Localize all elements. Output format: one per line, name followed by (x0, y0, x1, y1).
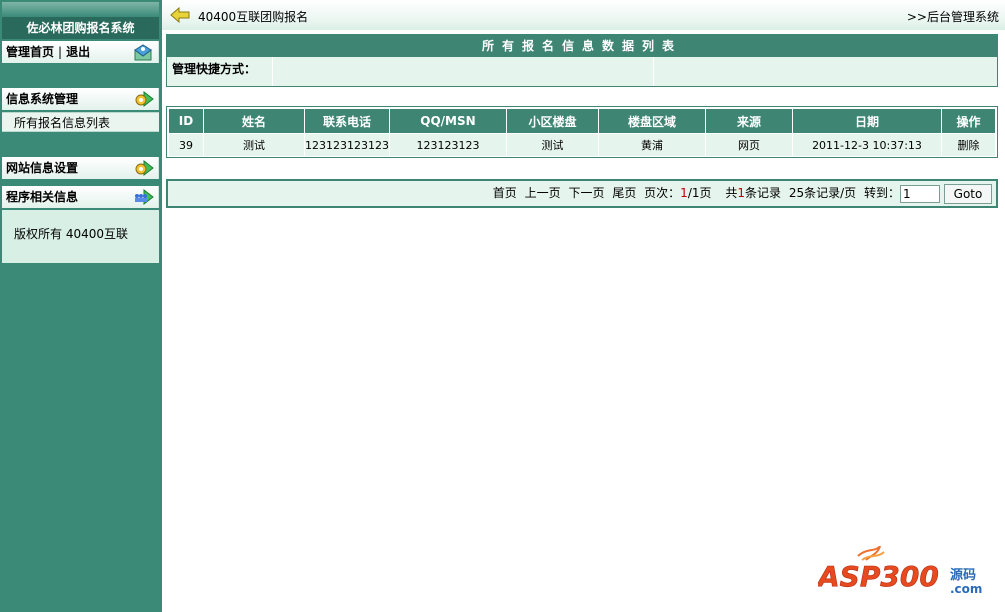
sidebar-home-block: 管理首页 | 退出 (2, 41, 159, 63)
current-page: 1 (680, 186, 688, 200)
top-bar: 40400互联团购报名 >>后台管理系统 (162, 0, 1005, 30)
pagination-inner: 首页 上一页 下一页 尾页 页次：1/1页 共1条记录 25条记录/页 转到：G… (168, 181, 996, 206)
cell-id: 39 (168, 133, 204, 157)
shortcut-row: 管理快捷方式： (167, 57, 997, 86)
col-header-name: 姓名 (203, 108, 305, 134)
gear-arrow-icon (132, 159, 154, 177)
col-header-area: 楼盘区域 (597, 108, 706, 134)
users-arrow-icon (132, 188, 154, 206)
gear-arrow-icon (132, 90, 154, 108)
first-page-link[interactable]: 首页 (493, 186, 517, 200)
watermark-brand: ASP300 (818, 560, 939, 593)
sidebar: 佐必林团购报名系统 管理首页 | 退出 信息系统管理 所有报名信息列表 网站信息设置 (0, 0, 162, 612)
cell-source: 网页 (704, 133, 793, 157)
sidebar-item-info-mgmt[interactable]: 信息系统管理 (2, 88, 159, 110)
back-arrow-icon[interactable] (170, 6, 190, 26)
sidebar-item-label: 网站信息设置 (6, 161, 79, 175)
prev-page-link[interactable]: 上一页 (525, 186, 561, 200)
page-indicator: 页次：1/1页 (644, 186, 711, 200)
sidebar-item-program-info[interactable]: 程序相关信息 (2, 186, 159, 208)
sidebar-sub-label: 所有报名信息列表 (14, 116, 111, 130)
shortcut-label: 管理快捷方式： (172, 62, 257, 76)
last-page-link[interactable]: 尾页 (612, 186, 636, 200)
cell-date: 2011-12-3 10:37:13 (791, 133, 942, 157)
table-header-row: ID 姓名 联系电话 QQ/MSN 小区楼盘 楼盘区域 来源 日期 操作 (168, 108, 997, 134)
pagination-bar: 首页 上一页 下一页 尾页 页次：1/1页 共1条记录 25条记录/页 转到：G… (166, 179, 998, 208)
total-suffix: 条记录 (744, 186, 781, 200)
shortcut-cell (272, 57, 653, 86)
sidebar-item-site-settings[interactable]: 网站信息设置 (2, 157, 159, 179)
total-count: 1 (737, 186, 745, 200)
goto-label: 转到： (863, 186, 900, 200)
admin-system-link[interactable]: >>后台管理系统 (907, 8, 999, 25)
sidebar-top-band (2, 2, 159, 17)
sidebar-item-label: 信息系统管理 (6, 92, 79, 106)
page-prefix: 页次： (644, 186, 681, 200)
cell-qq: 123123123 (388, 133, 507, 157)
goto-page-input[interactable] (900, 184, 940, 203)
col-header-qq: QQ/MSN (388, 108, 507, 134)
col-header-action: 操作 (940, 108, 997, 134)
shortcut-cell-extra (653, 57, 997, 86)
cell-area: 黄浦 (597, 133, 706, 157)
col-header-phone: 联系电话 (304, 108, 390, 134)
site-name: 40400互联团购报名 (198, 10, 309, 24)
sidebar-item-label: 程序相关信息 (6, 190, 79, 204)
per-page-text: 25条记录/页 (788, 186, 857, 200)
panel-title: 所有报名信息数据列表 (167, 35, 997, 57)
cell-phone: 123123123123 (304, 133, 390, 157)
copyright-box: 版权所有 40400互联 (2, 210, 159, 263)
separator: | (58, 45, 63, 59)
cell-community: 测试 (505, 133, 599, 157)
record-count: 共1条记录 (725, 186, 781, 200)
delete-link[interactable]: 删除 (940, 133, 997, 157)
entries-table: ID 姓名 联系电话 QQ/MSN 小区楼盘 楼盘区域 来源 日期 操作 39 … (168, 108, 997, 157)
next-page-link[interactable]: 下一页 (568, 186, 604, 200)
watermark-suffix: 源码 (950, 567, 976, 583)
copyright-text: 版权所有 40400互联 (14, 227, 128, 241)
col-header-date: 日期 (791, 108, 942, 134)
list-header-panel: 所有报名信息数据列表 管理快捷方式： (166, 34, 998, 87)
home-link[interactable]: 管理首页 (6, 45, 54, 59)
total-prefix: 共 (725, 186, 738, 200)
col-header-source: 来源 (704, 108, 793, 134)
asp300-watermark-logo: ASP300 源码 .com (816, 545, 988, 596)
watermark-domain: .com (950, 582, 982, 596)
data-table-wrap: ID 姓名 联系电话 QQ/MSN 小区楼盘 楼盘区域 来源 日期 操作 39 … (166, 106, 998, 158)
sidebar-item-all-entries[interactable]: 所有报名信息列表 (2, 112, 159, 132)
col-header-community: 小区楼盘 (505, 108, 599, 134)
home-icon (132, 43, 154, 61)
logout-link[interactable]: 退出 (66, 45, 90, 59)
col-header-id: ID (168, 108, 204, 134)
table-row: 39 测试 123123123123 123123123 测试 黄浦 网页 20… (168, 133, 997, 157)
cell-name: 测试 (203, 133, 305, 157)
goto-button[interactable]: Goto (944, 183, 992, 204)
page-total: /1页 (687, 186, 712, 200)
sidebar-title: 佐必林团购报名系统 (2, 17, 159, 39)
